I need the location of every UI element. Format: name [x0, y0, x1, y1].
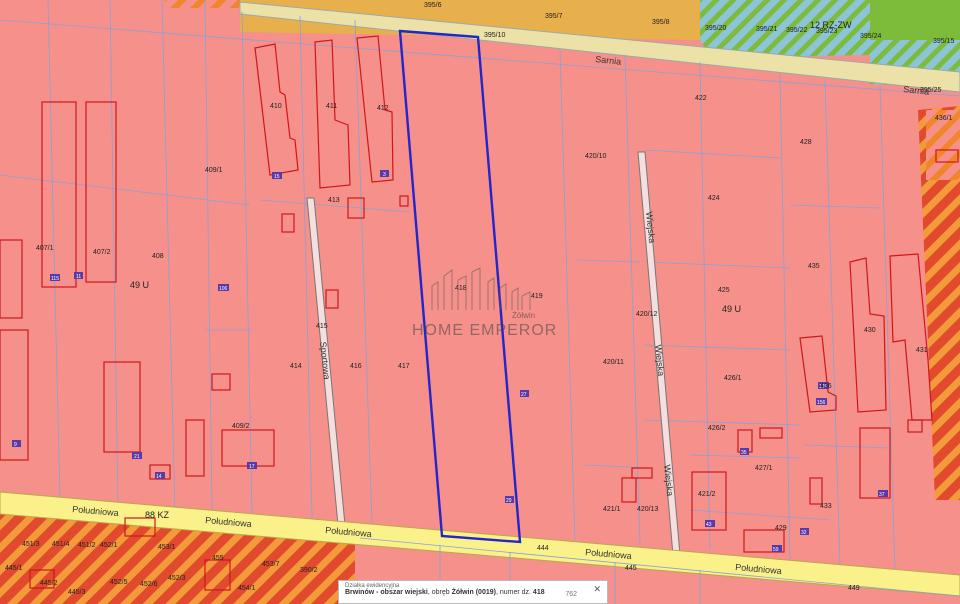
label-395-22: 395/22 [786, 27, 808, 34]
label-395-7: 395/7 [545, 13, 563, 20]
badge-156: 156 [817, 400, 826, 406]
label-415: 415 [316, 323, 328, 330]
label-420-12: 420/12 [636, 311, 658, 318]
popup-location: Brwinów - obszar wiejski [345, 589, 428, 596]
label-395-6: 395/6 [424, 2, 442, 9]
zone-label-top: 12 RZ-ZW [810, 20, 852, 30]
label-395-15: 395/15 [933, 38, 955, 45]
badge-37: 37 [879, 492, 885, 498]
zone-label-right: 49 U [722, 304, 741, 314]
badge-15: 15 [274, 174, 280, 180]
map-svg[interactable]: 115 11 106 15 3 17 21 27 29 14 9 43 35 3… [0, 0, 960, 604]
label-424: 424 [708, 195, 720, 202]
label-416: 416 [350, 363, 362, 370]
label-419: 419 [531, 293, 543, 300]
label-445-3: 445/3 [68, 589, 86, 596]
parcel-info-popup[interactable]: Działka ewidencyjna Brwinów - obszar wie… [338, 580, 608, 604]
label-417: 417 [398, 363, 410, 370]
badge-29: 29 [506, 498, 512, 504]
label-390-2: 390/2 [300, 567, 318, 574]
label-421-2: 421/2 [698, 491, 716, 498]
label-451-2: 451/2 [78, 542, 96, 549]
label-426-1: 426/1 [724, 375, 742, 382]
label-420-10: 420/10 [585, 153, 607, 160]
label-412: 412 [377, 105, 389, 112]
label-433: 433 [820, 503, 832, 510]
hatched-top-left [165, 0, 240, 8]
badge-115: 115 [51, 276, 59, 282]
badge-59: 59 [773, 547, 779, 553]
zone-label-bottom: 88 KZ [145, 510, 170, 520]
label-395-10: 395/10 [484, 32, 506, 39]
badge-14: 14 [156, 474, 162, 480]
label-395-21: 395/21 [756, 26, 778, 33]
label-426-2: 426/2 [708, 425, 726, 432]
popup-sep-2: , numer dz. [495, 589, 531, 596]
label-453-7: 453/7 [262, 561, 280, 568]
label-430: 430 [864, 327, 876, 334]
badge-43: 43 [706, 522, 712, 528]
label-452-3: 452/3 [168, 575, 186, 582]
label-435: 435 [808, 263, 820, 270]
badge-35: 35 [741, 450, 747, 456]
badge-27: 27 [521, 392, 527, 398]
green-zone [870, 0, 960, 40]
zone-label-left: 49 U [130, 280, 149, 290]
badge-3: 3 [383, 172, 386, 178]
badge-9: 9 [14, 442, 17, 448]
popup-body: Brwinów - obszar wiejski, obręb Żółwin (… [345, 589, 545, 596]
label-451-4: 451/4 [52, 541, 70, 548]
label-418: 418 [455, 285, 467, 292]
badge-106: 106 [219, 286, 228, 292]
label-420-13: 420/13 [637, 506, 659, 513]
label-420-11: 420/11 [603, 359, 624, 366]
badge-32: 32 [801, 530, 807, 536]
close-icon[interactable]: ✕ [593, 584, 601, 595]
popup-obreb: Żółwin (0019) [451, 589, 496, 596]
watermark-text: HOME EMPEROR [412, 322, 557, 339]
label-395-8: 395/8 [652, 19, 670, 26]
label-428: 428 [800, 139, 812, 146]
label-454-1: 454/1 [238, 585, 256, 592]
popup-extra: 762 [565, 591, 577, 598]
label-449: 449 [848, 585, 860, 592]
label-452-5: 452/5 [110, 579, 128, 586]
badge-21: 21 [134, 454, 140, 460]
label-407-2: 407/2 [93, 249, 111, 256]
label-445-1: 445/1 [5, 565, 23, 572]
label-411: 411 [326, 103, 337, 110]
label-436-1: 436/1 [935, 115, 953, 122]
label-395-20: 395/20 [705, 25, 727, 32]
label-410: 410 [270, 103, 282, 110]
label-413: 413 [328, 197, 340, 204]
label-445-2: 445/2 [40, 580, 58, 587]
label-407-1: 407/1 [36, 245, 54, 252]
popup-parcel-number: 418 [532, 589, 545, 596]
label-451-3: 451/3 [22, 541, 40, 548]
label-444: 444 [537, 545, 549, 552]
label-427-1: 427/1 [755, 465, 773, 472]
label-414: 414 [290, 363, 302, 370]
label-453-1: 453/1 [158, 544, 176, 551]
label-445: 445 [625, 565, 637, 572]
label-452-6: 452/6 [140, 581, 158, 588]
label-431: 431 [916, 347, 928, 354]
label-408: 408 [152, 253, 164, 260]
label-452-1: 452/1 [100, 542, 118, 549]
label-395-24: 395/24 [860, 33, 882, 40]
watermark-subtext: Żółwin [512, 311, 535, 320]
popup-sep-1: , obręb [427, 589, 452, 596]
label-436: 436 [820, 383, 832, 390]
label-425: 425 [718, 287, 730, 294]
label-409-1: 409/1 [205, 167, 223, 174]
label-422: 422 [695, 95, 707, 102]
map-canvas[interactable]: 115 11 106 15 3 17 21 27 29 14 9 43 35 3… [0, 0, 960, 604]
badge-11: 11 [76, 274, 81, 280]
label-455: 455 [212, 555, 224, 562]
badge-17: 17 [249, 464, 255, 470]
label-429: 429 [775, 525, 787, 532]
label-409-2: 409/2 [232, 423, 250, 430]
label-421-1: 421/1 [603, 506, 621, 513]
